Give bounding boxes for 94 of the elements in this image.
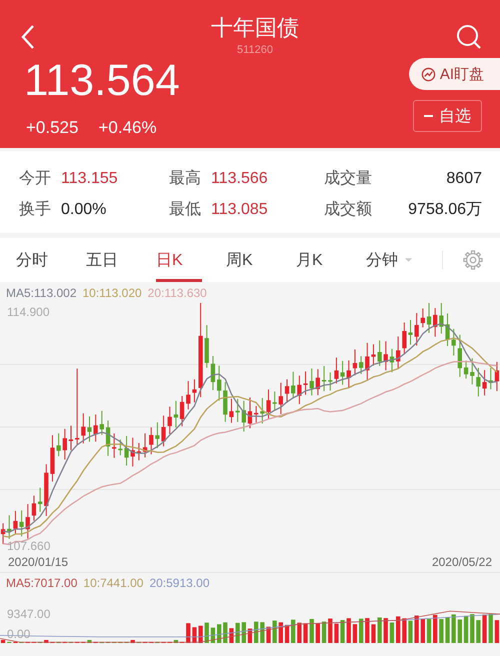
moving-average-label: 20:113.630 xyxy=(148,286,207,302)
volume-bar xyxy=(322,622,326,643)
date-label: 2020/01/15 xyxy=(8,555,68,569)
volume-bar xyxy=(198,626,203,643)
volume-bar xyxy=(458,620,462,643)
volume-bar xyxy=(297,622,302,643)
ai-watch-button[interactable]: AI盯盘 xyxy=(408,58,500,90)
axis-label: 107.660 xyxy=(7,539,50,553)
back-icon[interactable] xyxy=(20,24,36,50)
stat-value: 0.00% xyxy=(61,200,106,220)
volume-bar xyxy=(284,624,290,643)
volume-bar xyxy=(371,624,376,643)
axis-label: 9347.00 xyxy=(7,607,50,621)
volume-bar xyxy=(384,618,388,643)
volume-bar xyxy=(433,614,438,643)
volume-bar xyxy=(291,620,296,643)
volume-bar xyxy=(346,618,351,643)
volume-bar xyxy=(445,617,450,643)
moving-average-label: MA5:113.002 xyxy=(6,286,76,302)
volume-bar xyxy=(359,618,364,643)
moving-average-label: 20:5913.00 xyxy=(149,576,210,592)
volume-bar xyxy=(272,620,277,643)
volume-bar xyxy=(464,616,468,643)
volume-bar xyxy=(482,614,487,643)
volume-bar xyxy=(210,628,216,643)
volume-bar xyxy=(229,628,234,643)
stat-label: 最低 xyxy=(169,200,201,220)
moving-average-label: MA5:7017.00 xyxy=(6,576,78,592)
volume-bar xyxy=(470,614,474,643)
volume-bar xyxy=(352,624,358,643)
price-change: +0.525 xyxy=(26,118,78,138)
stat-value: 8607 xyxy=(446,169,482,189)
moving-average-label: 10:113.020 xyxy=(82,286,142,302)
chart-circle-icon xyxy=(420,66,436,82)
volume-bar xyxy=(236,622,240,643)
caret-icon xyxy=(404,257,413,263)
volume-bar xyxy=(316,623,320,643)
stat-value: 113.155 xyxy=(61,169,118,189)
volume-bar xyxy=(452,614,456,643)
stat-value: 113.566 xyxy=(211,169,268,189)
volume-bar xyxy=(378,617,382,643)
search-icon[interactable] xyxy=(456,24,482,50)
volume-bar xyxy=(494,620,500,643)
volume-bar xyxy=(44,640,48,643)
volume-bar xyxy=(390,622,394,643)
settings-icon[interactable] xyxy=(462,249,484,271)
remove-watchlist-button[interactable]: 自选 xyxy=(413,100,482,132)
moving-average-label: 10:7441.00 xyxy=(83,576,144,592)
axis-label: 114.900 xyxy=(7,305,50,319)
volume-bar xyxy=(186,623,190,643)
volume-bar xyxy=(414,616,419,643)
period-tab[interactable]: 日K xyxy=(156,238,202,282)
volume-bar xyxy=(242,622,246,643)
stat-label: 最高 xyxy=(169,168,201,189)
volume-bar xyxy=(130,640,135,643)
volume-bar xyxy=(439,619,444,643)
volume-bar xyxy=(0,640,6,643)
current-price: 113.564 xyxy=(24,56,180,106)
volume-bar xyxy=(426,618,432,643)
volume-bar xyxy=(223,622,228,643)
volume-bar xyxy=(254,622,258,643)
volume-bar xyxy=(408,620,413,643)
period-tab[interactable]: 周K xyxy=(226,238,296,282)
stat-label: 成交额 xyxy=(324,200,372,220)
volume-bar xyxy=(420,618,425,643)
volume-bar xyxy=(402,618,406,643)
stat-label: 今开 xyxy=(19,169,51,189)
page-title: 十年国债 xyxy=(211,14,299,42)
volume-bar xyxy=(204,622,209,643)
volume-bar xyxy=(476,620,480,643)
date-label: 2020/05/22 xyxy=(432,555,492,569)
volume-bar xyxy=(278,622,283,643)
volume-bar xyxy=(248,628,252,643)
volume-bar xyxy=(192,627,197,643)
stat-value: 9758.06万 xyxy=(408,200,482,220)
volume-bar xyxy=(396,616,400,643)
volume-bar xyxy=(488,614,493,643)
volume-bar xyxy=(260,622,264,643)
stat-label: 换手 xyxy=(19,200,51,220)
volume-bar xyxy=(310,618,314,643)
period-tab[interactable]: 分时 xyxy=(16,238,86,282)
security-code: 511260 xyxy=(237,44,273,56)
stat-label: 成交量 xyxy=(324,168,372,189)
period-tab[interactable]: 月K xyxy=(296,238,366,282)
volume-bar xyxy=(266,626,271,643)
volume-bar xyxy=(217,624,222,643)
volume-bar xyxy=(328,618,332,643)
period-tab[interactable]: 五日 xyxy=(86,238,156,282)
volume-bar xyxy=(303,623,308,643)
percent-change: +0.46% xyxy=(98,118,157,138)
volume-bar xyxy=(87,640,92,643)
stat-value: 113.085 xyxy=(211,200,268,220)
volume-bar xyxy=(365,618,370,643)
period-tab[interactable]: 分钟 xyxy=(366,238,436,282)
